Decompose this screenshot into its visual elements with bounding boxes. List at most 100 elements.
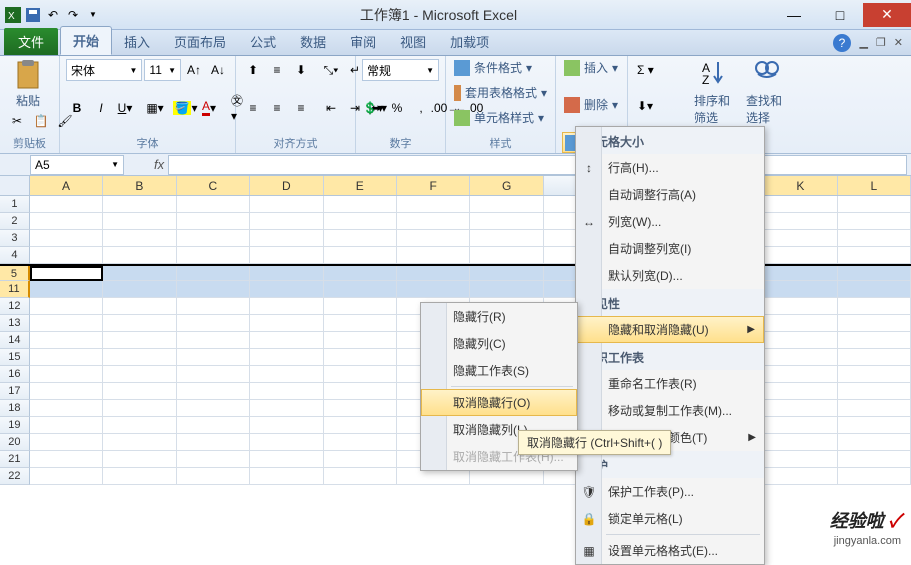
cell[interactable]: [324, 266, 397, 281]
cell[interactable]: [397, 196, 470, 213]
cell[interactable]: [764, 281, 837, 298]
cell[interactable]: [30, 266, 103, 281]
cell[interactable]: [838, 298, 911, 315]
cell[interactable]: [177, 230, 250, 247]
cell[interactable]: [30, 196, 103, 213]
delete-cells-button[interactable]: 删除 ▾: [562, 95, 621, 114]
col-header[interactable]: B: [103, 176, 176, 195]
cell[interactable]: [103, 366, 176, 383]
row-header[interactable]: 22: [0, 468, 30, 485]
row-header[interactable]: 18: [0, 400, 30, 417]
cell[interactable]: [177, 247, 250, 264]
col-header[interactable]: K: [764, 176, 837, 195]
cell[interactable]: [838, 281, 911, 298]
cell[interactable]: [250, 281, 323, 298]
tab-view[interactable]: 视图: [388, 28, 438, 55]
save-icon[interactable]: [24, 6, 42, 24]
cell[interactable]: [764, 266, 837, 281]
cell[interactable]: [177, 417, 250, 434]
cell[interactable]: [177, 383, 250, 400]
row-header[interactable]: 3: [0, 230, 30, 247]
cell[interactable]: [103, 332, 176, 349]
row-header[interactable]: 5: [0, 266, 30, 281]
cell[interactable]: [764, 315, 837, 332]
qat-dropdown-icon[interactable]: ▼: [84, 6, 102, 24]
cell[interactable]: [324, 434, 397, 451]
cell[interactable]: [250, 247, 323, 264]
cell[interactable]: [250, 230, 323, 247]
format-as-table-button[interactable]: 套用表格格式 ▾: [452, 83, 549, 102]
cell[interactable]: [397, 281, 470, 298]
cell[interactable]: [324, 417, 397, 434]
cell[interactable]: [324, 230, 397, 247]
underline-button[interactable]: U ▾: [114, 97, 136, 119]
cell[interactable]: [324, 383, 397, 400]
tab-review[interactable]: 审阅: [338, 28, 388, 55]
cell[interactable]: [397, 230, 470, 247]
font-name-combo[interactable]: 宋体▼: [66, 59, 142, 81]
minimize-button[interactable]: —: [771, 3, 817, 27]
col-header[interactable]: F: [397, 176, 470, 195]
row-header[interactable]: 12: [0, 298, 30, 315]
cell[interactable]: [397, 247, 470, 264]
insert-cells-button[interactable]: 插入 ▾: [562, 58, 621, 77]
row-header[interactable]: 17: [0, 383, 30, 400]
cell[interactable]: [30, 400, 103, 417]
row-header[interactable]: 15: [0, 349, 30, 366]
font-color-button[interactable]: A▾: [198, 97, 220, 119]
cell[interactable]: [397, 266, 470, 281]
cell[interactable]: [324, 349, 397, 366]
cell[interactable]: [470, 230, 543, 247]
fx-icon[interactable]: fx: [154, 157, 164, 172]
cell[interactable]: [103, 417, 176, 434]
cell[interactable]: [470, 196, 543, 213]
cell[interactable]: [30, 332, 103, 349]
cell[interactable]: [103, 434, 176, 451]
cell[interactable]: [177, 400, 250, 417]
cell[interactable]: [30, 281, 103, 298]
cell[interactable]: [103, 468, 176, 485]
menu-autofit-row[interactable]: 自动调整行高(A): [576, 181, 764, 208]
menu-hide-unhide[interactable]: 隐藏和取消隐藏(U)▶: [576, 316, 764, 343]
cell[interactable]: [838, 247, 911, 264]
cell[interactable]: [103, 230, 176, 247]
cell[interactable]: [838, 434, 911, 451]
cell[interactable]: [30, 298, 103, 315]
menu-move-copy-sheet[interactable]: 移动或复制工作表(M)...: [576, 397, 764, 424]
cell[interactable]: [30, 315, 103, 332]
cell[interactable]: [397, 213, 470, 230]
cell[interactable]: [250, 196, 323, 213]
redo-icon[interactable]: ↷: [64, 6, 82, 24]
cell[interactable]: [103, 400, 176, 417]
row-header[interactable]: 2: [0, 213, 30, 230]
cell[interactable]: [324, 281, 397, 298]
menu-row-height[interactable]: ↕行高(H)...: [576, 154, 764, 181]
close-button[interactable]: ✕: [863, 3, 911, 27]
cell[interactable]: [838, 417, 911, 434]
cell[interactable]: [324, 213, 397, 230]
tab-home[interactable]: 开始: [60, 26, 112, 55]
menu-col-width[interactable]: ↔列宽(W)...: [576, 208, 764, 235]
submenu-unhide-rows[interactable]: 取消隐藏行(O): [421, 389, 577, 416]
cell[interactable]: [30, 366, 103, 383]
decrease-font-icon[interactable]: A↓: [207, 59, 229, 81]
cell[interactable]: [177, 366, 250, 383]
cell[interactable]: [838, 349, 911, 366]
cell[interactable]: [103, 451, 176, 468]
cell[interactable]: [764, 451, 837, 468]
cell-styles-button[interactable]: 单元格样式 ▾: [452, 108, 549, 127]
cell[interactable]: [764, 196, 837, 213]
cell[interactable]: [838, 230, 911, 247]
fill-icon[interactable]: ⬇▾: [634, 95, 656, 117]
cell[interactable]: [470, 213, 543, 230]
row-header[interactable]: 1: [0, 196, 30, 213]
cell[interactable]: [177, 468, 250, 485]
cell[interactable]: [30, 451, 103, 468]
cell[interactable]: [177, 298, 250, 315]
cell[interactable]: [250, 417, 323, 434]
tab-formulas[interactable]: 公式: [238, 28, 288, 55]
cell[interactable]: [250, 298, 323, 315]
menu-default-width[interactable]: 默认列宽(D)...: [576, 262, 764, 289]
cell[interactable]: [103, 281, 176, 298]
cell[interactable]: [177, 332, 250, 349]
